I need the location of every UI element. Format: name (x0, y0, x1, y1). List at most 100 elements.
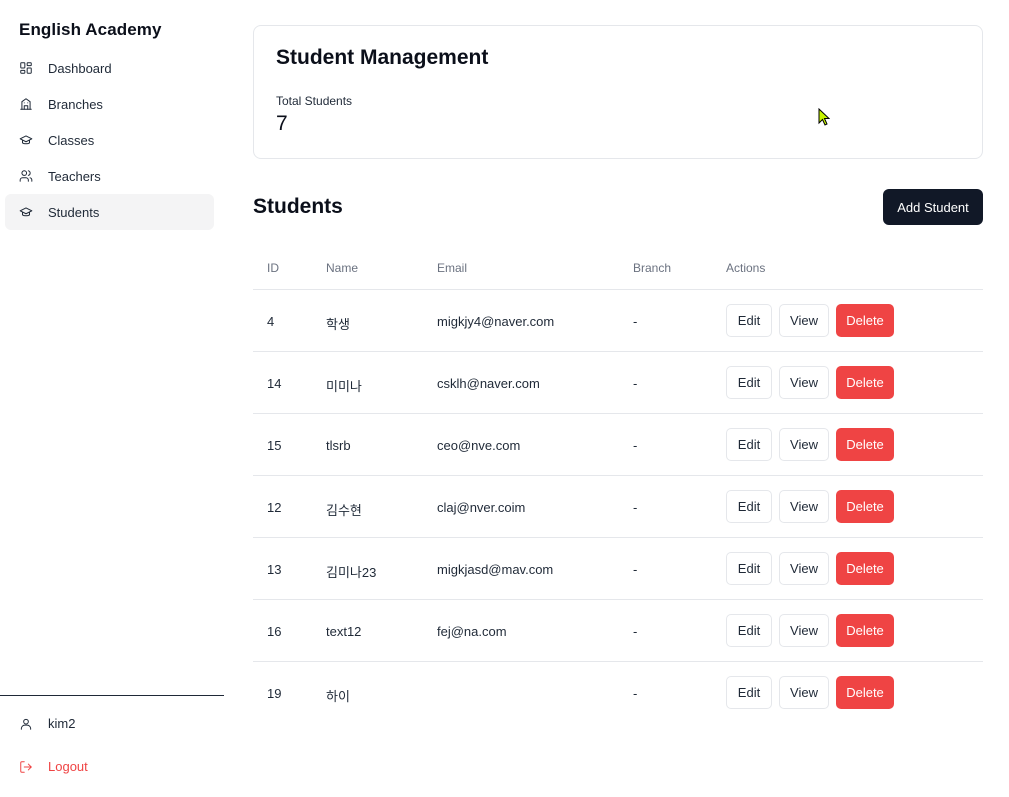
edit-button[interactable]: Edit (726, 676, 772, 709)
view-button[interactable]: View (779, 490, 829, 523)
delete-button[interactable]: Delete (836, 676, 894, 709)
column-header-actions: Actions (726, 261, 766, 275)
view-button[interactable]: View (779, 428, 829, 461)
cell-branch: - (633, 686, 638, 701)
table-row: 12 김수현 claj@nver.coim - Edit View Delete (253, 476, 983, 538)
row-actions: Edit View Delete (726, 676, 894, 709)
cell-email: ceo@nve.com (437, 438, 521, 453)
column-header-name: Name (326, 261, 359, 275)
sidebar-divider (0, 695, 224, 696)
view-button[interactable]: View (779, 676, 829, 709)
sidebar-item-label: Students (48, 204, 100, 220)
delete-button[interactable]: Delete (836, 428, 894, 461)
cell-name: tlsrb (326, 438, 351, 453)
row-actions: Edit View Delete (726, 428, 894, 461)
delete-button[interactable]: Delete (836, 614, 894, 647)
add-student-button[interactable]: Add Student (883, 189, 983, 225)
sidebar: English Academy Dashboard Branches Class… (0, 0, 224, 797)
view-button[interactable]: View (779, 366, 829, 399)
sidebar-item-label: Branches (48, 96, 103, 112)
cell-email: claj@nver.coim (437, 500, 526, 515)
cell-name: 김수현 (326, 503, 362, 518)
graduation-cap-icon (19, 205, 33, 219)
cell-id: 12 (267, 500, 282, 515)
row-actions: Edit View Delete (726, 366, 894, 399)
cell-email: migkjasd@mav.com (437, 562, 554, 577)
cell-email: migkjy4@naver.com (437, 314, 555, 329)
sidebar-item-label: Classes (48, 132, 95, 148)
sidebar-item-classes[interactable]: Classes (5, 122, 214, 158)
table-row: 15 tlsrb ceo@nve.com - Edit View Delete (253, 414, 983, 476)
cell-email: csklh@naver.com (437, 376, 540, 391)
table-row: 14 미미나 csklh@naver.com - Edit View Delet… (253, 352, 983, 414)
sidebar-item-label: Dashboard (48, 60, 112, 76)
row-actions: Edit View Delete (726, 304, 894, 337)
sidebar-item-label: Teachers (48, 168, 101, 184)
cell-email: fej@na.com (437, 624, 507, 639)
cell-branch: - (633, 624, 638, 639)
cell-name: 학생 (326, 317, 350, 332)
sidebar-nav: Dashboard Branches Classes Teachers Stud… (5, 50, 214, 230)
table-row: 19 하이 - Edit View Delete (253, 662, 983, 724)
dashboard-icon (19, 61, 33, 75)
table-body: 4 학생 migkjy4@naver.com - Edit View Delet… (253, 290, 983, 724)
students-table: ID Name Email Branch Actions 4 학생 migkjy… (253, 248, 983, 724)
app-brand: English Academy (19, 20, 162, 39)
cell-name: 미미나 (326, 379, 362, 394)
edit-button[interactable]: Edit (726, 304, 772, 337)
page-title: Student Management (276, 46, 489, 69)
sidebar-item-branches[interactable]: Branches (5, 86, 214, 122)
cell-id: 19 (267, 686, 282, 701)
view-button[interactable]: View (779, 552, 829, 585)
building-icon (19, 97, 33, 111)
edit-button[interactable]: Edit (726, 614, 772, 647)
cell-name: 김미나23 (326, 565, 377, 580)
graduation-cap-icon (19, 133, 33, 147)
table-row: 4 학생 migkjy4@naver.com - Edit View Delet… (253, 290, 983, 352)
sidebar-item-dashboard[interactable]: Dashboard (5, 50, 214, 86)
cell-branch: - (633, 314, 638, 329)
users-icon (19, 169, 33, 183)
delete-button[interactable]: Delete (836, 366, 894, 399)
mouse-cursor-icon (818, 108, 830, 126)
cell-id: 15 (267, 438, 282, 453)
cell-branch: - (633, 562, 638, 577)
logout-button[interactable]: Logout (19, 759, 88, 774)
cell-id: 16 (267, 624, 282, 639)
view-button[interactable]: View (779, 304, 829, 337)
table-row: 13 김미나23 migkjasd@mav.com - Edit View De… (253, 538, 983, 600)
sidebar-item-students[interactable]: Students (5, 194, 214, 230)
user-profile[interactable]: kim2 (19, 716, 75, 731)
delete-button[interactable]: Delete (836, 490, 894, 523)
row-actions: Edit View Delete (726, 614, 894, 647)
cell-name: 하이 (326, 689, 350, 704)
user-icon (19, 717, 33, 731)
logout-label: Logout (48, 759, 88, 774)
cell-id: 14 (267, 376, 282, 391)
students-section-title: Students (253, 195, 343, 218)
table-header: ID Name Email Branch Actions (253, 248, 983, 290)
edit-button[interactable]: Edit (726, 552, 772, 585)
delete-button[interactable]: Delete (836, 304, 894, 337)
view-button[interactable]: View (779, 614, 829, 647)
cell-id: 4 (267, 314, 275, 329)
table-row: 16 text12 fej@na.com - Edit View Delete (253, 600, 983, 662)
cell-branch: - (633, 500, 638, 515)
logout-icon (19, 760, 33, 774)
row-actions: Edit View Delete (726, 552, 894, 585)
edit-button[interactable]: Edit (726, 366, 772, 399)
total-students-value: 7 (276, 112, 288, 135)
summary-card: Student Management Total Students 7 (253, 25, 983, 159)
delete-button[interactable]: Delete (836, 552, 894, 585)
sidebar-item-teachers[interactable]: Teachers (5, 158, 214, 194)
cell-id: 13 (267, 562, 282, 577)
column-header-email: Email (437, 261, 468, 275)
row-actions: Edit View Delete (726, 490, 894, 523)
total-students-label: Total Students (276, 94, 353, 108)
edit-button[interactable]: Edit (726, 490, 772, 523)
column-header-branch: Branch (633, 261, 672, 275)
user-name: kim2 (48, 716, 76, 731)
cell-branch: - (633, 376, 638, 391)
column-header-id: ID (267, 261, 279, 275)
edit-button[interactable]: Edit (726, 428, 772, 461)
